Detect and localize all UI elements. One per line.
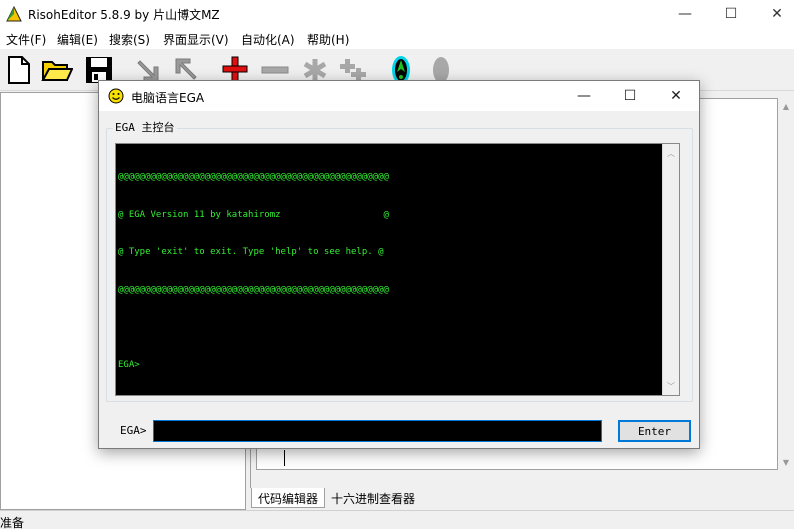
smiley-icon (108, 88, 124, 104)
prompt-label: EGA> (120, 424, 147, 437)
app-titlebar: RisohEditor 5.8.9 by 片山博文MZ — ☐ ✕ (0, 0, 794, 28)
editor-vertical-scrollbar[interactable]: ▲ ▼ (778, 98, 794, 470)
console-group-label: EGA 主控台 (113, 119, 177, 135)
menu-search[interactable]: 搜索(S) (109, 31, 150, 48)
console-scrollbar[interactable]: ︿ ﹀ (662, 144, 679, 395)
open-button[interactable] (40, 53, 74, 87)
remove-icon (261, 66, 289, 74)
menu-bar: 文件(F) 编辑(E) 搜索(S) 界面显示(V) 自动化(A) 帮助(H) (0, 28, 794, 49)
menu-help[interactable]: 帮助(H) (307, 31, 349, 48)
status-bar: 准备 (0, 510, 794, 529)
editor-horizontal-scrollbar[interactable] (256, 470, 794, 486)
console-scroll-up-icon[interactable]: ︿ (663, 145, 679, 161)
new-file-button[interactable] (2, 53, 36, 87)
console-line: @@@@@@@@@@@@@@@@@@@@@@@@@@@@@@@@@@@@@@@@… (118, 284, 389, 295)
console-line: @ EGA Version 11 by katahiromz @ (118, 209, 389, 220)
status-text: 准备 (0, 516, 25, 529)
console-line: ​ (118, 321, 389, 334)
dialog-title: 电脑语言EGA (131, 91, 205, 105)
maximize-button[interactable]: ☐ (708, 0, 754, 28)
menu-edit[interactable]: 编辑(E) (57, 31, 98, 48)
ega-dialog: 电脑语言EGA — ☐ ✕ EGA 主控台 @@@@@@@@@@@@@@@@@@… (98, 80, 700, 449)
tab-hex-viewer[interactable]: 十六进制查看器 (325, 488, 421, 508)
dialog-minimize-button[interactable]: — (561, 81, 607, 111)
console-output[interactable]: @@@@@@@@@@@@@@@@@@@@@@@@@@@@@@@@@@@@@@@@… (115, 143, 680, 396)
console-line: @@@@@@@@@@@@@@@@@@@@@@@@@@@@@@@@@@@@@@@@… (118, 172, 389, 182)
dialog-titlebar: 电脑语言EGA — ☐ ✕ (99, 81, 699, 111)
menu-view[interactable]: 界面显示(V) (163, 31, 229, 48)
menu-automation[interactable]: 自动化(A) (241, 31, 295, 48)
tab-code-editor[interactable]: 代码编辑器 (251, 488, 326, 508)
dialog-maximize-button[interactable]: ☐ (607, 81, 653, 111)
console-text: @@@@@@@@@@@@@@@@@@@@@@@@@@@@@@@@@@@@@@@@… (118, 146, 389, 396)
console-scroll-down-icon[interactable]: ﹀ (663, 378, 679, 394)
app-title: RisohEditor 5.8.9 by 片山博文MZ (28, 8, 220, 22)
enter-button[interactable]: Enter (618, 420, 691, 442)
command-input[interactable] (153, 420, 602, 442)
scroll-down-arrow-icon[interactable]: ▼ (778, 454, 794, 470)
close-button[interactable]: ✕ (754, 0, 794, 28)
new-file-icon (8, 56, 30, 84)
scroll-up-arrow-icon[interactable]: ▲ (778, 98, 794, 114)
console-line: @ Type 'exit' to exit. Type 'help' to se… (118, 247, 384, 257)
dialog-close-button[interactable]: ✕ (653, 81, 699, 111)
console-line: EGA> (118, 359, 140, 370)
minimize-button[interactable]: — (662, 0, 708, 28)
open-folder-icon (41, 61, 73, 81)
risoh-editor-app-icon (6, 6, 22, 22)
text-caret (284, 450, 285, 466)
menu-file[interactable]: 文件(F) (6, 31, 46, 48)
